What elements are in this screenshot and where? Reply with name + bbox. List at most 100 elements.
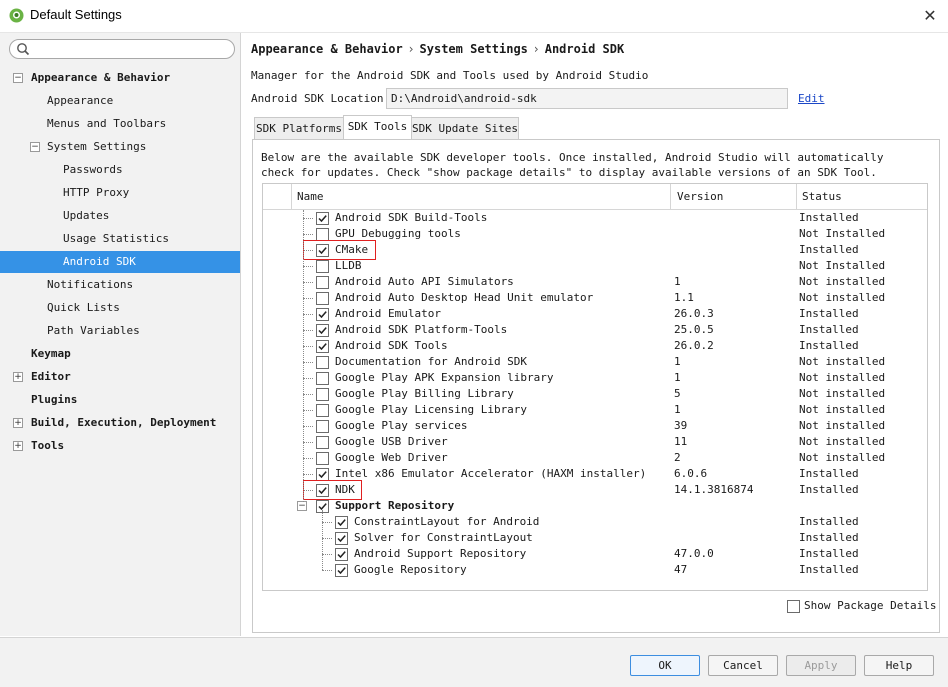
row-checkbox[interactable] <box>335 532 348 545</box>
table-header: Name Version Status <box>263 184 927 210</box>
column-divider[interactable] <box>670 184 671 209</box>
sidebar-item[interactable]: Notifications <box>0 274 240 296</box>
table-row[interactable]: NDK 14.1.3816874 Installed <box>263 482 927 498</box>
sidebar-item[interactable]: Android SDK <box>0 251 240 273</box>
table-row[interactable]: Android Emulator 26.0.3 Installed <box>263 306 927 322</box>
close-icon[interactable]: ✕ <box>918 4 942 28</box>
breadcrumb-item[interactable]: System Settings <box>420 42 528 56</box>
tab-sdk-platforms[interactable]: SDK Platforms <box>254 117 344 140</box>
column-header-status[interactable]: Status <box>802 184 842 209</box>
row-checkbox[interactable] <box>316 356 329 369</box>
breadcrumb-item[interactable]: Appearance & Behavior <box>251 42 403 56</box>
sdk-tools-table[interactable]: Name Version Status Android SDK Build-To… <box>262 183 928 591</box>
expander-icon[interactable]: + <box>13 418 23 428</box>
tab-sdk-update-sites[interactable]: SDK Update Sites <box>411 117 519 140</box>
tree-connector <box>303 474 313 475</box>
sidebar-item[interactable]: Menus and Toolbars <box>0 113 240 135</box>
table-row[interactable]: Google Play Billing Library 5 Not installe… <box>263 386 927 402</box>
row-checkbox[interactable] <box>316 260 329 273</box>
collapse-icon[interactable]: − <box>297 501 307 511</box>
sidebar-item[interactable]: + Tools <box>0 435 240 457</box>
table-row[interactable]: Google Web Driver 2 Not installed <box>263 450 927 466</box>
sidebar-item[interactable]: Quick Lists <box>0 297 240 319</box>
sidebar-item-label: Quick Lists <box>47 301 120 314</box>
row-status: Not installed <box>799 435 886 448</box>
row-checkbox[interactable] <box>316 276 329 289</box>
expander-icon[interactable]: − <box>13 73 23 83</box>
row-status: Not installed <box>799 275 886 288</box>
row-name: Android SDK Tools <box>335 339 448 352</box>
expander-icon[interactable]: − <box>30 142 40 152</box>
table-row[interactable]: Google USB Driver 11 Not installed <box>263 434 927 450</box>
row-checkbox[interactable] <box>316 404 329 417</box>
row-checkbox[interactable] <box>316 292 329 305</box>
row-status: Installed <box>799 547 859 560</box>
column-header-name[interactable]: Name <box>297 184 324 209</box>
table-row[interactable]: Documentation for Android SDK 1 Not instal… <box>263 354 927 370</box>
show-package-details-checkbox[interactable] <box>787 600 800 613</box>
apply-button[interactable]: Apply <box>786 655 856 676</box>
column-header-version[interactable]: Version <box>677 184 723 209</box>
sidebar-item[interactable]: HTTP Proxy <box>0 182 240 204</box>
table-row[interactable]: Google Play Licensing Library 1 Not instal… <box>263 402 927 418</box>
row-checkbox[interactable] <box>316 388 329 401</box>
table-row[interactable]: Google Play services 39 Not installed <box>263 418 927 434</box>
row-checkbox[interactable] <box>316 212 329 225</box>
row-version: 1 <box>674 355 681 368</box>
table-row[interactable]: Android Support Repository 47.0.0 Installe… <box>263 546 927 562</box>
table-row[interactable]: Android SDK Tools 26.0.2 Installed <box>263 338 927 354</box>
tree-connector <box>322 538 332 539</box>
table-row[interactable]: Android SDK Platform-Tools 25.0.5 Installe… <box>263 322 927 338</box>
row-checkbox[interactable] <box>316 420 329 433</box>
row-checkbox[interactable] <box>316 308 329 321</box>
row-checkbox[interactable] <box>316 436 329 449</box>
row-checkbox[interactable] <box>316 452 329 465</box>
cancel-button[interactable]: Cancel <box>708 655 778 676</box>
expander-icon[interactable]: + <box>13 441 23 451</box>
sidebar-item[interactable]: Keymap <box>0 343 240 365</box>
expander-icon[interactable]: + <box>13 372 23 382</box>
settings-search-input[interactable] <box>9 39 235 59</box>
table-row[interactable]: Intel x86 Emulator Accelerator (HAXM ins… <box>263 466 927 482</box>
sidebar-item[interactable]: Appearance <box>0 90 240 112</box>
table-row[interactable]: Android Auto API Simulators 1 Not installe… <box>263 274 927 290</box>
row-checkbox[interactable] <box>335 516 348 529</box>
row-version: 26.0.2 <box>674 339 714 352</box>
row-name: Intel x86 Emulator Accelerator (HAXM ins… <box>335 467 647 480</box>
sidebar-item[interactable]: + Build, Execution, Deployment <box>0 412 240 434</box>
row-checkbox[interactable] <box>316 340 329 353</box>
table-row[interactable]: LLDB Not Installed <box>263 258 927 274</box>
row-status: Not installed <box>799 355 886 368</box>
table-row[interactable]: ConstraintLayout for Android Installed <box>263 514 927 530</box>
table-row[interactable]: Google Play APK Expansion library 1 Not in… <box>263 370 927 386</box>
column-divider[interactable] <box>796 184 797 209</box>
help-button[interactable]: Help <box>864 655 934 676</box>
row-checkbox[interactable] <box>335 564 348 577</box>
sidebar-item-label: Menus and Toolbars <box>47 117 167 130</box>
sidebar-item[interactable]: − System Settings <box>0 136 240 158</box>
row-checkbox[interactable] <box>316 372 329 385</box>
sidebar-item[interactable]: Path Variables <box>0 320 240 342</box>
sidebar-item[interactable]: Plugins <box>0 389 240 411</box>
sidebar-item[interactable]: Passwords <box>0 159 240 181</box>
row-name: Android SDK Platform-Tools <box>335 323 508 336</box>
sidebar-item[interactable]: − Appearance & Behavior <box>0 67 240 89</box>
table-row[interactable]: Solver for ConstraintLayout Installed <box>263 530 927 546</box>
table-row[interactable]: Android Auto Desktop Head Unit emulator 1… <box>263 290 927 306</box>
table-row[interactable]: Android SDK Build-Tools Installed <box>263 210 927 226</box>
ok-button[interactable]: OK <box>630 655 700 676</box>
sidebar-item[interactable]: + Editor <box>0 366 240 388</box>
tab-sdk-tools[interactable]: SDK Tools <box>343 115 412 141</box>
table-row[interactable]: Google Repository 47 Installed <box>263 562 927 578</box>
sidebar-item[interactable]: Updates <box>0 205 240 227</box>
row-checkbox[interactable] <box>335 548 348 561</box>
sdk-location-field[interactable]: D:\Android\android-sdk <box>386 88 788 109</box>
sidebar-item[interactable]: Usage Statistics <box>0 228 240 250</box>
table-row[interactable]: − Support Repository <box>263 498 927 514</box>
sidebar-item-label: Editor <box>31 370 71 383</box>
row-checkbox[interactable] <box>316 324 329 337</box>
sidebar-item-label: Appearance & Behavior <box>31 71 171 84</box>
tree-connector <box>322 554 332 555</box>
edit-location-link[interactable]: Edit <box>798 92 825 105</box>
row-status: Installed <box>799 467 859 480</box>
